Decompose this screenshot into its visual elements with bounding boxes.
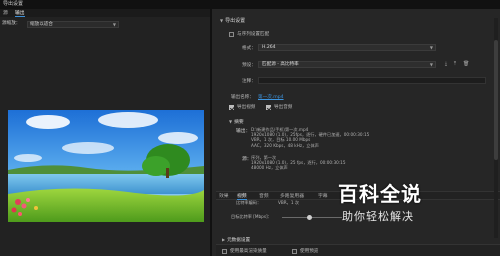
preset-dropdown[interactable]: 匹配源 - 高比特率 ▼ (258, 61, 436, 68)
export-audio-checkbox[interactable] (266, 105, 271, 110)
chevron-down-icon: ▼ (429, 62, 433, 67)
target-bitrate-label: 目标比特率 [Mbps]： (231, 214, 272, 219)
format-value: H.264 (262, 45, 276, 50)
collapse-triangle-icon: ▼ (229, 119, 233, 124)
advanced-header[interactable]: ▶ 元数据设置 (222, 237, 250, 243)
target-bitrate-slider-track[interactable] (282, 217, 342, 218)
tab-output[interactable]: 输出 (15, 10, 25, 17)
window-title: 导出设置 (0, 0, 500, 9)
target-bitrate-slider-knob[interactable] (307, 214, 312, 220)
summary-source-block: 序列，第一次 1920x1080 (1.0)，25 fps，逐行，00:00:3… (251, 155, 346, 171)
preset-value: 匹配源 - 高比特率 (262, 62, 299, 67)
render-options-bar: 使用最高渲染质量 使用预览 (216, 244, 500, 256)
collapse-triangle-icon: ▼ (220, 18, 224, 23)
tab-video[interactable]: 视频 (237, 193, 247, 200)
format-label: 格式： (242, 46, 256, 51)
tab-audio[interactable]: 音频 (259, 193, 269, 200)
source-preview-panel: 源 输出 源缩放： 缩放以适合 ▼ (0, 9, 210, 256)
use-previews-checkbox[interactable] (292, 249, 297, 254)
export-video-label: 导出视频 (237, 105, 256, 110)
max-render-quality-label: 使用最高渲染质量 (230, 249, 267, 254)
format-dropdown[interactable]: H.264 ▼ (258, 44, 436, 51)
preview-tabs: 源 输出 (0, 9, 210, 17)
summary-output-block: D:\新建作品\手机\第一次.mp4 1920x1080 (1.0)，25fps… (251, 127, 369, 148)
advanced-label: 元数据设置 (227, 238, 251, 243)
summary-title: 摘要 (234, 120, 244, 125)
watermark: 百科全说 助你轻松解决 (338, 168, 468, 230)
expand-triangle-icon: ▶ (222, 237, 226, 242)
match-sequence-label: 与序列设置匹配 (237, 32, 270, 37)
delete-preset-icon[interactable]: 🗑 (463, 61, 469, 67)
video-preview-image (8, 110, 204, 222)
tab-captions[interactable]: 字幕 (318, 193, 328, 200)
scale-label: 源缩放： (2, 21, 21, 26)
scale-value: 缩放以适合 (30, 22, 53, 27)
summary-source-line: 48000 Hz，立体声 (251, 165, 288, 171)
export-settings-title: 导出设置 (225, 18, 246, 24)
tab-effects[interactable]: 效果 (219, 193, 229, 200)
tab-multiplexer[interactable]: 多路复用器 (280, 193, 304, 200)
tab-source[interactable]: 源 (3, 10, 8, 17)
scrollbar-thumb[interactable] (494, 40, 498, 160)
summary-output-line: AAC，320 Kbps，48 kHz，立体声 (251, 142, 319, 148)
chevron-down-icon: ▼ (429, 45, 433, 50)
export-audio-label: 导出音频 (274, 105, 293, 110)
preset-label: 预设： (242, 63, 256, 68)
watermark-subtitle: 助你轻松解决 (342, 210, 414, 223)
export-video-checkbox[interactable] (229, 105, 234, 110)
bitrate-encoding-value[interactable]: VBR，1 次 (278, 200, 299, 206)
use-previews-label: 使用预览 (300, 249, 319, 254)
save-preset-icon[interactable]: ⤓ (443, 61, 449, 67)
summary-header[interactable]: ▼ 摘要 (229, 118, 244, 125)
max-render-quality-checkbox[interactable] (222, 249, 227, 254)
comments-input[interactable] (258, 77, 486, 84)
match-sequence-checkbox[interactable] (229, 32, 234, 37)
output-name-label: 输出名称： (231, 95, 254, 100)
watermark-title: 百科全说 (338, 182, 422, 206)
bitrate-encoding-label: 比特率编码： (236, 200, 262, 205)
scale-dropdown[interactable]: 缩放以适合 ▼ (27, 21, 119, 28)
import-preset-icon[interactable]: ⤒ (452, 61, 458, 67)
chevron-down-icon: ▼ (112, 22, 116, 27)
comments-label: 注释： (242, 79, 256, 84)
summary-output-label: 输出： (236, 129, 251, 134)
export-settings-header[interactable]: ▼ 导出设置 (220, 17, 245, 24)
output-name-link[interactable]: 第一次.mp4 (258, 94, 284, 100)
